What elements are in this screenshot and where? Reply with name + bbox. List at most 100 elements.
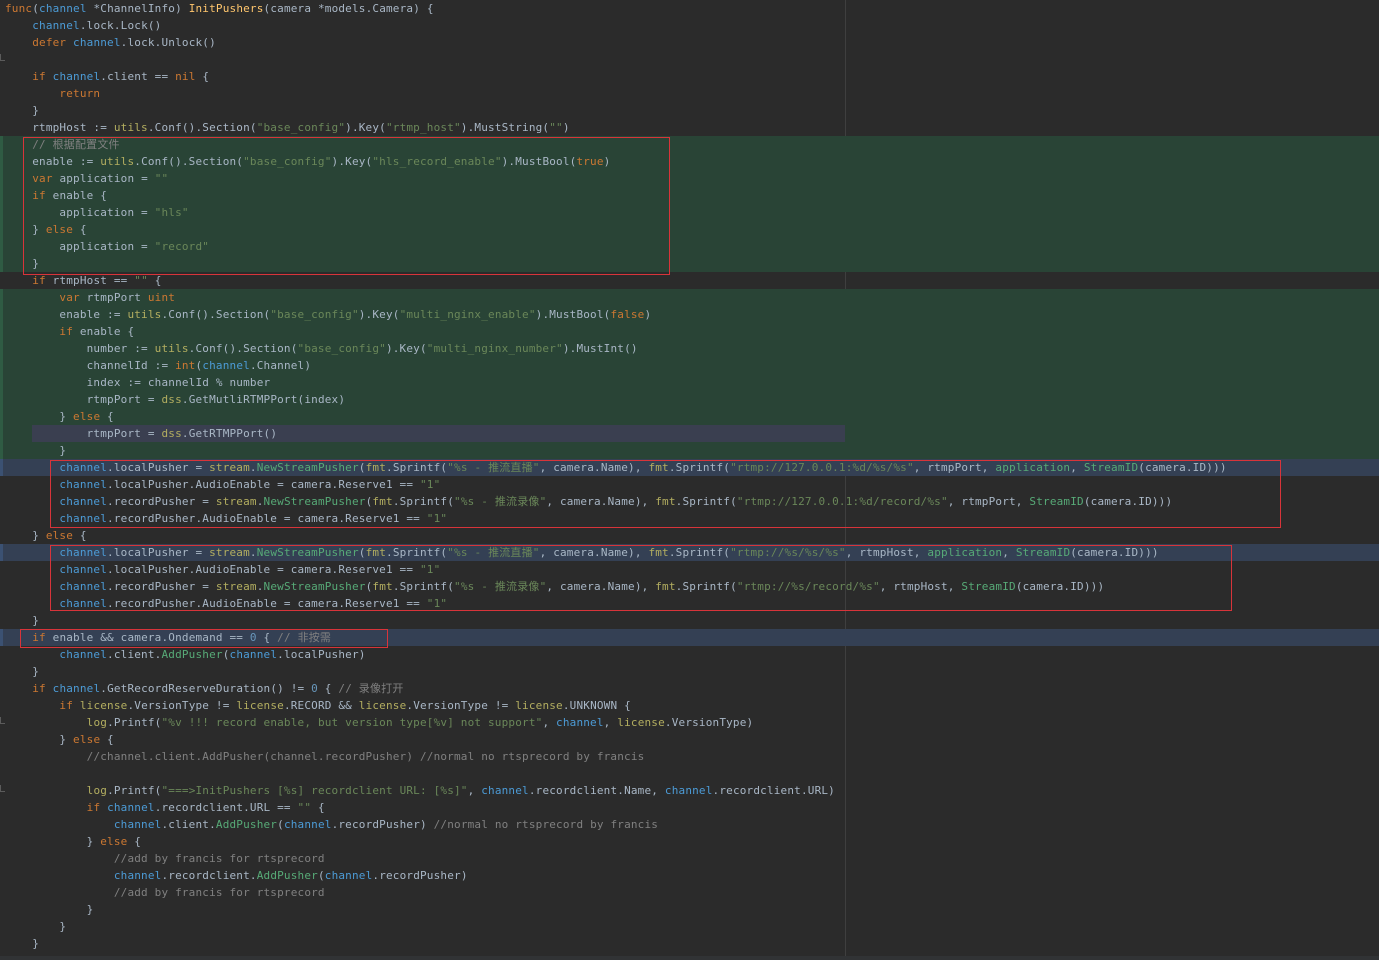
- line-text: if enable && camera.Ondemand == 0 { // 非…: [5, 629, 331, 646]
- code-token: enable {: [79, 325, 135, 338]
- code-token: }: [5, 614, 40, 627]
- code-line[interactable]: } else {: [0, 221, 1379, 238]
- code-line[interactable]: // 根据配置文件: [0, 136, 1379, 153]
- code-line[interactable]: } else {: [0, 731, 1379, 748]
- line-text: } else {: [5, 731, 114, 748]
- code-token: license: [79, 699, 128, 712]
- code-line[interactable]: channel.lock.Lock(): [0, 17, 1379, 34]
- code-line[interactable]: channel.client.AddPusher(channel.localPu…: [0, 646, 1379, 663]
- code-token: if: [59, 699, 80, 712]
- code-line[interactable]: number := utils.Conf().Section("base_con…: [0, 340, 1379, 357]
- code-line[interactable]: rtmpPort = dss.GetMutliRTMPPort(index): [0, 391, 1379, 408]
- code-line[interactable]: }: [0, 102, 1379, 119]
- code-line[interactable]: log.Printf("%v !!! record enable, but ve…: [0, 714, 1379, 731]
- code-line[interactable]: channel.recordPusher.AudioEnable = camer…: [0, 595, 1379, 612]
- code-token: (: [358, 461, 366, 474]
- code-line[interactable]: if enable && camera.Ondemand == 0 { // 非…: [0, 629, 1379, 646]
- code-token: channel: [113, 818, 162, 831]
- code-line[interactable]: } else {: [0, 527, 1379, 544]
- code-line[interactable]: if enable {: [0, 323, 1379, 340]
- line-text: number := utils.Conf().Section("base_con…: [5, 340, 638, 357]
- code-line[interactable]: if enable {: [0, 187, 1379, 204]
- code-line[interactable]: }: [0, 901, 1379, 918]
- code-token: "%v !!! record enable, but version type[…: [161, 716, 543, 729]
- code-line[interactable]: [0, 765, 1379, 782]
- code-token: license: [236, 699, 284, 712]
- fold-icon[interactable]: [0, 54, 5, 61]
- code-line[interactable]: channel.localPusher = stream.NewStreamPu…: [0, 544, 1379, 561]
- code-token: "multi_nginx_number": [426, 342, 563, 355]
- code-token: ): [603, 155, 611, 168]
- code-line[interactable]: }: [0, 663, 1379, 680]
- code-line[interactable]: var application = "": [0, 170, 1379, 187]
- code-line[interactable]: enable := utils.Conf().Section("base_con…: [0, 306, 1379, 323]
- code-line[interactable]: //add by francis for rtsprecord: [0, 850, 1379, 867]
- line-text: channel.recordPusher.AudioEnable = camer…: [5, 510, 447, 527]
- code-token: nil: [175, 70, 196, 83]
- code-token: return: [59, 87, 101, 100]
- code-line[interactable]: rtmpPort = dss.GetRTMPPort(): [0, 425, 1379, 442]
- code-line[interactable]: //add by francis for rtsprecord: [0, 884, 1379, 901]
- code-token: "base_config": [297, 342, 386, 355]
- code-line[interactable]: } else {: [0, 833, 1379, 850]
- code-line[interactable]: if rtmpHost == "" {: [0, 272, 1379, 289]
- code-line[interactable]: func(channel *ChannelInfo) InitPushers(c…: [0, 0, 1379, 17]
- code-token: channel: [59, 478, 108, 491]
- code-line[interactable]: }: [0, 442, 1379, 459]
- code-line[interactable]: application = "hls": [0, 204, 1379, 221]
- code-line[interactable]: channel.localPusher = stream.NewStreamPu…: [0, 459, 1379, 476]
- code-line[interactable]: channelId := int(channel.Channel): [0, 357, 1379, 374]
- code-token: ): [175, 2, 189, 15]
- code-line[interactable]: }: [0, 255, 1379, 272]
- change-marker: [0, 374, 3, 391]
- code-line[interactable]: } else {: [0, 408, 1379, 425]
- horizontal-scrollbar[interactable]: [0, 956, 1379, 960]
- code-line[interactable]: //channel.client.AddPusher(channel.recor…: [0, 748, 1379, 765]
- code-line[interactable]: application = "record": [0, 238, 1379, 255]
- code-line[interactable]: channel.recordPusher.AudioEnable = camer…: [0, 510, 1379, 527]
- code-token: channel: [481, 784, 529, 797]
- code-editor[interactable]: func(channel *ChannelInfo) InitPushers(c…: [0, 0, 1379, 960]
- code-token: .RECORD &&: [283, 699, 359, 712]
- code-token: fmt: [365, 546, 387, 559]
- code-line[interactable]: }: [0, 918, 1379, 935]
- line-text: rtmpHost := utils.Conf().Section("base_c…: [5, 119, 570, 136]
- code-line[interactable]: rtmpHost := utils.Conf().Section("base_c…: [0, 119, 1379, 136]
- code-token: "base_config": [243, 155, 332, 168]
- code-line[interactable]: channel.client.AddPusher(channel.recordP…: [0, 816, 1379, 833]
- code-line[interactable]: if channel.client == nil {: [0, 68, 1379, 85]
- code-line[interactable]: if channel.recordclient.URL == "" {: [0, 799, 1379, 816]
- code-line[interactable]: }: [0, 612, 1379, 629]
- code-token: (camera *: [263, 2, 325, 15]
- code-line[interactable]: log.Printf("===>InitPushers [%s] recordc…: [0, 782, 1379, 799]
- code-line[interactable]: [0, 51, 1379, 68]
- line-text: channel.localPusher = stream.NewStreamPu…: [5, 459, 1227, 476]
- code-line[interactable]: if license.VersionType != license.RECORD…: [0, 697, 1379, 714]
- code-token: (: [32, 2, 40, 15]
- code-token: .: [256, 580, 264, 593]
- code-line[interactable]: channel.recordPusher = stream.NewStreamP…: [0, 578, 1379, 595]
- code-line[interactable]: }: [0, 935, 1379, 952]
- code-token: .localPusher =: [107, 546, 210, 559]
- code-token: }: [5, 835, 101, 848]
- code-token: *: [86, 2, 101, 15]
- code-line[interactable]: channel.recordclient.AddPusher(channel.r…: [0, 867, 1379, 884]
- code-line[interactable]: if channel.GetRecordReserveDuration() !=…: [0, 680, 1379, 697]
- line-text: channel.recordPusher = stream.NewStreamP…: [5, 578, 1104, 595]
- code-token: // 非按需: [277, 631, 332, 644]
- line-text: } else {: [5, 408, 114, 425]
- code-line[interactable]: channel.localPusher.AudioEnable = camera…: [0, 476, 1379, 493]
- code-line[interactable]: return: [0, 85, 1379, 102]
- code-line[interactable]: channel.recordPusher = stream.NewStreamP…: [0, 493, 1379, 510]
- code-token: ,: [603, 716, 618, 729]
- code-line[interactable]: index := channelId % number: [0, 374, 1379, 391]
- code-line[interactable]: defer channel.lock.Unlock(): [0, 34, 1379, 51]
- line-text: application = "hls": [5, 204, 189, 221]
- code-line[interactable]: var rtmpPort uint: [0, 289, 1379, 306]
- code-line[interactable]: channel.localPusher.AudioEnable = camera…: [0, 561, 1379, 578]
- code-token: "rtmp_host": [385, 121, 461, 134]
- code-line[interactable]: enable := utils.Conf().Section("base_con…: [0, 153, 1379, 170]
